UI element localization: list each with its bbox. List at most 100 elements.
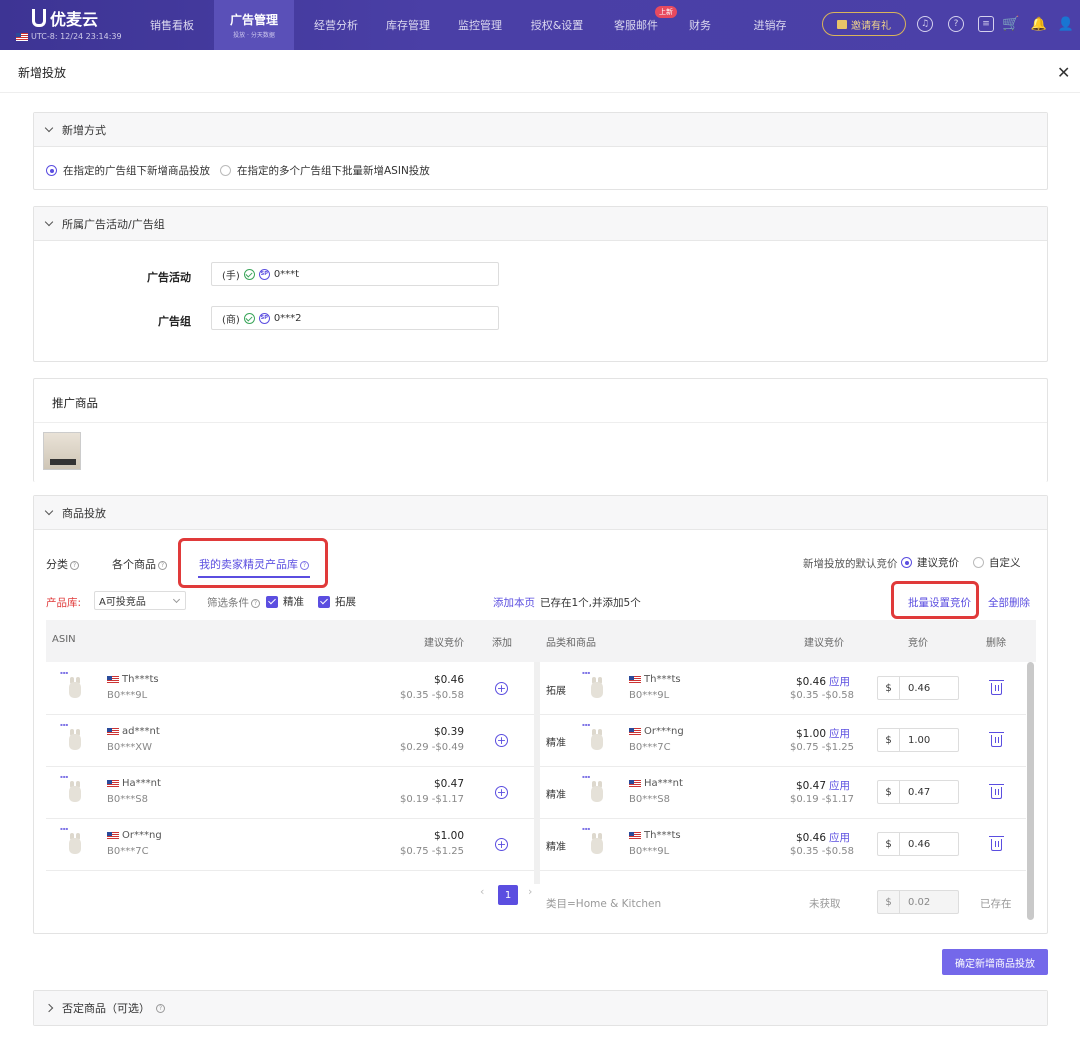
us-flag-icon: [107, 779, 119, 788]
check-circle-icon: [243, 312, 255, 324]
invite-button[interactable]: 邀请有礼: [822, 12, 906, 36]
category-label: 类目=Home & Kitchen: [546, 898, 662, 910]
bid-input[interactable]: $1.00: [877, 728, 959, 752]
add-icon[interactable]: +: [495, 838, 508, 851]
price-range: $0.75 -$1.25: [399, 846, 464, 857]
nav-sales-dashboard[interactable]: 销售看板: [140, 0, 204, 50]
help-icon[interactable]: ?: [948, 16, 964, 32]
bell-icon[interactable]: 🔔: [1031, 16, 1047, 32]
trash-icon[interactable]: [989, 836, 1004, 851]
add-icon[interactable]: +: [495, 682, 508, 695]
price-range: $0.29 -$0.49: [399, 742, 464, 753]
trash-icon[interactable]: [989, 784, 1004, 799]
library-select[interactable]: A可投竞品: [94, 591, 186, 610]
category-bid-input[interactable]: $0.02: [877, 890, 959, 914]
price-range: $0.19 -$1.17: [399, 794, 464, 805]
tab-individual-products[interactable]: 各个商品?: [112, 556, 167, 572]
trash-icon[interactable]: [989, 680, 1004, 695]
filter-label-text: 筛选条件: [207, 597, 249, 609]
th-category-product: 品类和商品: [546, 638, 596, 649]
targeting-header[interactable]: 商品投放: [34, 496, 1047, 530]
checkbox-checked-icon[interactable]: [318, 595, 330, 608]
user-icon[interactable]: 👤: [1058, 16, 1074, 32]
pager-next[interactable]: ›: [528, 885, 532, 898]
cart-icon[interactable]: 🛒: [1002, 16, 1019, 32]
message-icon[interactable]: ≡: [978, 16, 994, 32]
add-icon[interactable]: +: [495, 786, 508, 799]
pager-prev[interactable]: ‹: [480, 885, 484, 898]
logo[interactable]: 优麦云: [32, 6, 98, 30]
add-page-link[interactable]: 添加本页: [493, 595, 535, 610]
product-name-text: Ha***nt: [644, 778, 683, 789]
delete-all-button[interactable]: 全部删除: [988, 595, 1030, 610]
suggested-price: $1.00 应用: [778, 726, 850, 741]
bid-option-custom[interactable]: 自定义: [973, 555, 1021, 570]
support-icon[interactable]: ♫: [917, 16, 933, 32]
pager-current[interactable]: 1: [498, 885, 518, 905]
th-suggested-bid: 建议竞价: [424, 638, 464, 649]
campaign-field[interactable]: (手) SP 0***t: [211, 262, 499, 286]
nav-ads-management[interactable]: 广告管理 投放 · 分天数据: [214, 0, 294, 50]
apply-link[interactable]: 应用: [829, 676, 850, 688]
product-name: ad***nt: [107, 726, 160, 737]
radio-selected[interactable]: [901, 557, 912, 568]
drawer-title: 新增投放: [18, 66, 67, 80]
add-method-option-2[interactable]: 在指定的多个广告组下批量新增ASIN投放: [220, 163, 430, 178]
campaign-header[interactable]: 所属广告活动/广告组: [34, 207, 1047, 241]
nav-inventory[interactable]: 库存管理: [376, 0, 440, 50]
promoted-product-card: 推广商品: [33, 378, 1048, 482]
add-method-header[interactable]: 新增方式: [34, 113, 1047, 147]
nav-authorization[interactable]: 授权&设置: [522, 0, 592, 50]
filter-expand-checkbox[interactable]: 拓展: [318, 594, 356, 609]
sp-icon: SP: [258, 268, 270, 280]
confirm-add-targeting-button[interactable]: 确定新增商品投放: [942, 949, 1048, 975]
trash-icon[interactable]: [989, 732, 1004, 747]
campaign-label: 广告活动: [147, 271, 191, 284]
suggested-price: $0.46: [433, 674, 464, 686]
targeting-table: ▪▪▪ Th***ts B0***9L $0.46 $0.35 -$0.58 +…: [46, 662, 1036, 932]
product-image: ▪▪▪: [582, 774, 608, 806]
row-divider: [540, 818, 1026, 819]
add-method-card: 新增方式 在指定的广告组下新增商品投放 在指定的多个广告组下批量新增ASIN投放: [33, 112, 1048, 190]
question-icon: ?: [251, 598, 260, 608]
bid-input[interactable]: $0.46: [877, 676, 959, 700]
apply-link[interactable]: 应用: [829, 780, 850, 792]
table-scrollbar[interactable]: [1027, 662, 1034, 920]
price-text: $0.46: [795, 676, 826, 688]
store-info[interactable]: UTC-8: 12/24 23:14:39: [16, 32, 122, 41]
close-icon[interactable]: ✕: [1057, 63, 1070, 82]
radio-selected[interactable]: [46, 165, 57, 176]
suggested-price: $0.46 应用: [778, 674, 850, 689]
radio-unselected[interactable]: [220, 165, 231, 176]
bid-input[interactable]: $0.47: [877, 780, 959, 804]
price-range: $0.35 -$0.58: [789, 846, 854, 857]
targeting-title: 商品投放: [62, 506, 106, 520]
us-flag-icon: [629, 831, 641, 840]
apply-link[interactable]: 应用: [829, 832, 850, 844]
th-asin: ASIN: [52, 634, 76, 645]
add-method-option-1[interactable]: 在指定的广告组下新增商品投放: [46, 163, 210, 178]
suggested-price: $0.47: [433, 778, 464, 790]
us-flag-icon: [107, 831, 119, 840]
filter-exact-label: 精准: [283, 596, 304, 608]
add-icon[interactable]: +: [495, 734, 508, 747]
tab-category-label: 分类: [46, 558, 68, 571]
nav-monitoring[interactable]: 监控管理: [448, 0, 512, 50]
currency-symbol: $: [878, 891, 900, 913]
ad-group-field[interactable]: (商) SP 0***2: [211, 306, 499, 330]
campaign-section-title: 所属广告活动/广告组: [62, 217, 165, 231]
bid-input[interactable]: $0.46: [877, 832, 959, 856]
add-method-title: 新增方式: [62, 123, 106, 137]
radio-unselected[interactable]: [973, 557, 984, 568]
tab-category[interactable]: 分类?: [46, 556, 79, 572]
us-flag-icon: [629, 727, 641, 736]
filter-exact-checkbox[interactable]: 精准: [266, 594, 304, 609]
bid-option-suggested[interactable]: 建议竞价: [901, 555, 959, 570]
bid-value: 1.00: [908, 734, 931, 746]
checkbox-checked-icon[interactable]: [266, 595, 278, 608]
apply-link[interactable]: 应用: [829, 728, 850, 740]
nav-business-analysis[interactable]: 经营分析: [304, 0, 368, 50]
negative-products-header[interactable]: 否定商品（可选） ?: [34, 991, 1047, 1025]
nav-purchase-sales[interactable]: 进销存: [744, 0, 796, 50]
nav-finance[interactable]: 财务: [680, 0, 720, 50]
